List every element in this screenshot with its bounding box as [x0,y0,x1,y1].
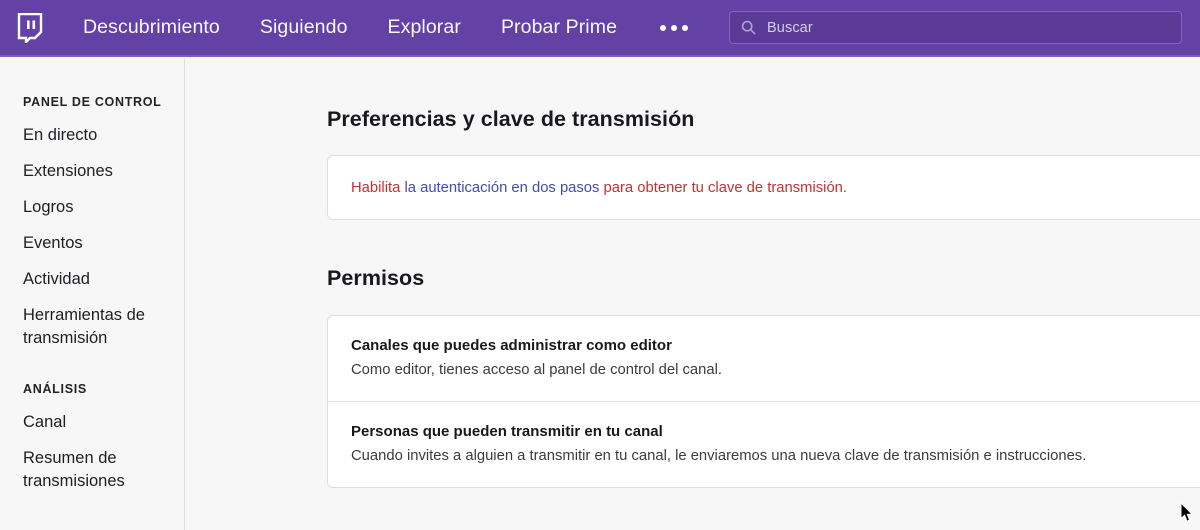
sidebar-item-canal[interactable]: Canal [0,411,184,433]
permission-title: Canales que puedes administrar como edit… [351,337,672,354]
sidebar-item-actividad[interactable]: Actividad [0,268,184,290]
permission-description: Como editor, tienes acceso al panel de c… [351,362,722,378]
search-input[interactable]: Buscar [729,11,1182,44]
permission-title: Personas que pueden transmitir en tu can… [351,423,663,440]
sidebar-item-en-directo[interactable]: En directo [0,124,184,146]
sidebar-item-resumen-de-transmisiones[interactable]: Resumen de transmisiones [0,447,184,493]
top-navigation-bar: Descubrimiento Siguiendo Explorar Probar… [0,0,1200,57]
sidebar-heading-analisis: ANÁLISIS [23,382,87,396]
search-placeholder: Buscar [767,19,813,36]
permission-description: Cuando invites a alguien a transmitir en… [351,448,1087,464]
sidebar: PANEL DE CONTROL En directo Extensiones … [0,59,185,530]
search-icon [741,20,756,35]
permission-row-editor[interactable]: Canales que puedes administrar como edit… [328,316,1200,401]
permission-row-transmitir[interactable]: Personas que pueden transmitir en tu can… [328,401,1200,487]
nav-links: Descubrimiento Siguiendo Explorar Probar… [63,0,710,55]
sidebar-item-herramientas-de-transmision[interactable]: Herramientas de transmisión [0,304,184,350]
ellipsis-dot-icon [670,24,677,31]
stream-key-alert-card: Habilita la autenticación en dos pasos p… [327,155,1200,220]
two-factor-auth-link[interactable]: la autenticación en dos pasos [404,180,599,196]
main-content: Preferencias y clave de transmisión Habi… [186,59,1200,530]
sidebar-heading-panel-de-control: PANEL DE CONTROL [23,95,162,109]
alert-suffix: para obtener tu clave de transmisión. [599,179,848,196]
more-menu-button[interactable] [637,24,710,31]
sidebar-item-extensiones[interactable]: Extensiones [0,160,184,182]
search-container: Buscar [729,11,1182,44]
two-factor-alert-text: Habilita la autenticación en dos pasos p… [328,178,867,198]
ellipsis-dot-icon [681,24,688,31]
nav-link-siguiendo[interactable]: Siguiendo [240,0,368,56]
page-title-permisos: Permisos [327,266,425,290]
twitch-logo[interactable] [13,11,47,45]
page-title-preferencias: Preferencias y clave de transmisión [327,107,695,131]
nav-link-explorar[interactable]: Explorar [368,0,481,56]
alert-prefix: Habilita [351,179,405,196]
nav-link-probar-prime[interactable]: Probar Prime [481,0,637,56]
sidebar-item-eventos[interactable]: Eventos [0,232,184,254]
permisos-card: Canales que puedes administrar como edit… [327,315,1200,488]
ellipsis-dot-icon [659,24,666,31]
nav-link-descubrimiento[interactable]: Descubrimiento [63,0,240,56]
sidebar-item-logros[interactable]: Logros [0,196,184,218]
